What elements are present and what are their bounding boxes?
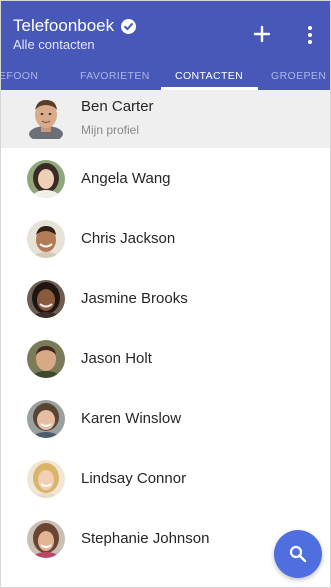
contact-row[interactable]: Jason Holt [1,328,330,388]
check-circle-icon [121,18,137,34]
app-bar: Telefoonboek Alle contacten EFOON FAVORI… [1,1,330,90]
contact-name: Stephanie Johnson [81,530,210,547]
contact-photo [27,280,65,318]
app-title: Telefoonboek [13,16,115,35]
contact-row[interactable]: Lindsay Connor [1,448,330,508]
add-contact-button[interactable] [252,24,272,44]
tab-bar: EFOON FAVORIETEN CONTACTEN GROEPEN [1,63,330,90]
contact-row[interactable]: Karen Winslow [1,388,330,448]
tab-groepen[interactable]: GROEPEN [271,70,326,82]
contact-row[interactable]: Angela Wang [1,148,330,208]
contact-photo [27,400,65,438]
contact-row[interactable]: Chris Jackson [1,208,330,268]
tab-contacten[interactable]: CONTACTEN [175,70,243,82]
plus-icon [253,25,271,43]
profile-name: Ben Carter [81,98,154,115]
contact-photo [27,160,65,198]
contact-photo [27,340,65,378]
overflow-menu-button[interactable] [305,25,315,45]
contact-name: Jason Holt [81,350,152,367]
profile-subtitle: Mijn profiel [81,123,140,137]
phonebook-screen: Telefoonboek Alle contacten EFOON FAVORI… [0,0,331,588]
contact-name: Jasmine Brooks [81,290,188,307]
search-fab-button[interactable] [274,530,322,578]
contact-name: Lindsay Connor [81,470,187,487]
search-icon [289,545,307,563]
contact-photo [27,520,65,558]
title-row: Telefoonboek [13,16,137,36]
tab-telefoon[interactable]: EFOON [1,70,38,82]
contact-photo [27,460,65,498]
contact-name: Chris Jackson [81,230,176,247]
contact-row[interactable]: Jasmine Brooks [1,268,330,328]
profile-photo [29,100,63,139]
more-vertical-icon [308,26,312,44]
contact-name: Angela Wang [81,170,171,187]
app-subtitle: Alle contacten [13,37,95,52]
tab-favorieten[interactable]: FAVORIETEN [80,70,150,82]
contact-name: Karen Winslow [81,410,182,427]
contact-photo [27,220,65,258]
my-profile-row[interactable]: Ben Carter Mijn profiel [1,90,330,148]
